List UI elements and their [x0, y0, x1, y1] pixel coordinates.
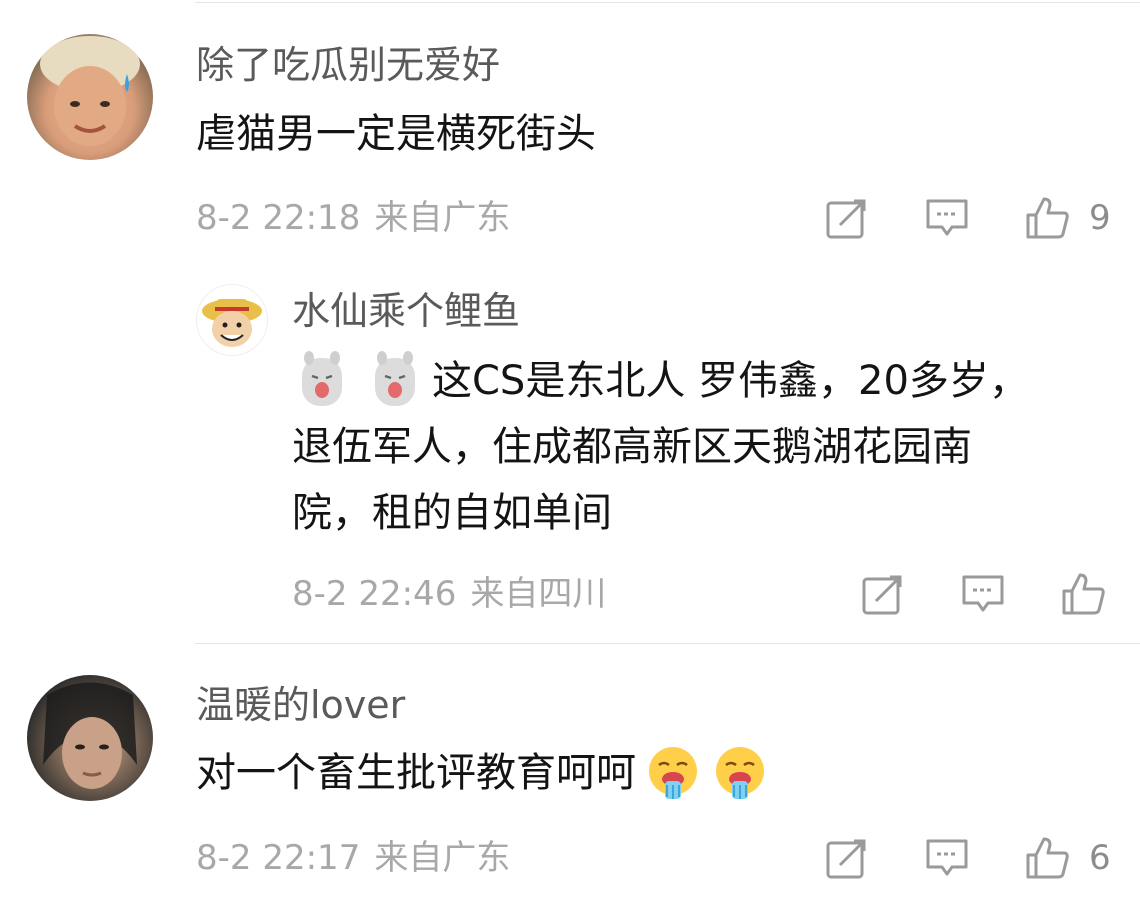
comment-meta: 8-2 22:46 来自四川: [292, 577, 620, 611]
comment-divider: [195, 643, 1140, 644]
comment-icon[interactable]: [924, 835, 970, 881]
avatar-image: [202, 299, 262, 347]
comment-text-line-1: 这CS是东北人 罗伟鑫，20多岁，: [432, 358, 1029, 404]
comment-meta: 8-2 22:17 来自广东: [196, 841, 524, 875]
comment-text: 虐猫男一定是横死街头: [196, 111, 596, 157]
comment-location: 来自广东: [374, 838, 511, 878]
username[interactable]: 除了吃瓜别无爱好: [196, 46, 500, 84]
avatar-image: [40, 36, 140, 146]
comment-meta: 8-2 22:18 来自广东: [196, 201, 524, 235]
avatar[interactable]: [27, 34, 153, 160]
like-icon[interactable]: [1024, 835, 1070, 881]
drooling-face-emoji: [649, 747, 698, 799]
comment-text-line-2: 退伍军人，住成都高新区天鹅湖花园南: [292, 424, 972, 470]
avatar[interactable]: [196, 284, 268, 356]
username[interactable]: 温暖的lover: [196, 686, 405, 724]
like-icon[interactable]: [1024, 195, 1070, 241]
comment-date: 8-2 22:18: [196, 198, 361, 238]
comment-icon[interactable]: [924, 195, 970, 241]
top-divider: [195, 2, 1140, 3]
like-count: 6: [1089, 838, 1111, 878]
drooling-face-emoji: [716, 747, 765, 799]
share-icon[interactable]: [824, 835, 870, 881]
like-icon[interactable]: [1060, 571, 1106, 617]
share-icon[interactable]: [824, 195, 870, 241]
share-icon[interactable]: [860, 571, 906, 617]
comment-text-row: 对一个畜生批评教育呵呵: [196, 742, 768, 804]
comment-location: 来自广东: [374, 198, 511, 238]
comment-date: 8-2 22:17: [196, 838, 361, 878]
username[interactable]: 水仙乘个鲤鱼: [292, 292, 520, 330]
avatar-image: [43, 682, 137, 789]
alpaca-emoji: [375, 351, 416, 406]
comment-text-line-3: 院，租的自如单间: [292, 490, 612, 536]
comment-date: 8-2 22:46: [292, 574, 457, 614]
alpaca-emoji: [302, 351, 342, 406]
avatar[interactable]: [27, 675, 153, 801]
like-count: 9: [1089, 198, 1111, 238]
comment-location: 来自四川: [470, 574, 607, 614]
reply-emoji-row: [292, 350, 425, 412]
comment-icon[interactable]: [960, 571, 1006, 617]
comment-text: 对一个畜生批评教育呵呵: [196, 750, 636, 796]
